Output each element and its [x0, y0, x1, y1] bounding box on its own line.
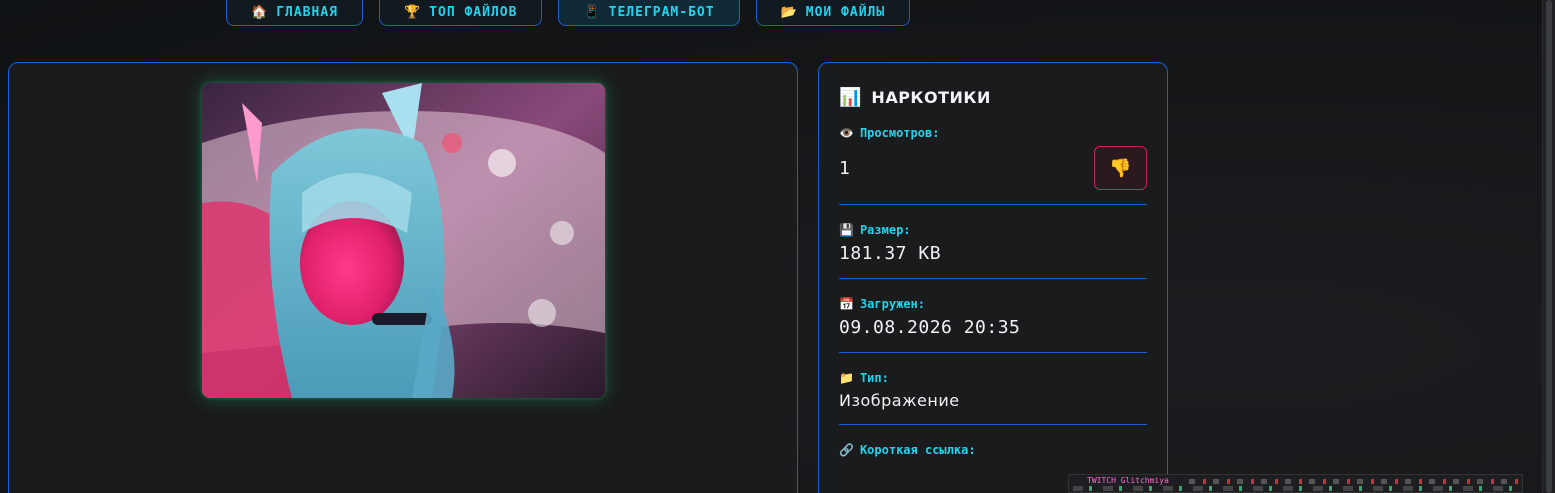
type-label-row: 📁 Тип: [839, 371, 1147, 385]
uploaded-label: Загружен: [859, 297, 925, 311]
divider [839, 204, 1147, 205]
thumbnail-caption: TWITCH Glitchmiya [1087, 476, 1169, 485]
folder-icon: 📂 [780, 5, 798, 20]
views-label: Просмотров: [859, 126, 940, 140]
divider [839, 278, 1147, 279]
nav-my-files-button[interactable]: 📂 МОИ ФАЙЛЫ [755, 0, 911, 26]
screenshot-thumbnail[interactable]: TWITCH Glitchmiya [1068, 474, 1523, 493]
folder-icon: 📁 [839, 371, 854, 385]
size-block: 💾 Размер: 181.37 KB [839, 223, 1147, 264]
floppy-disk-icon: 💾 [839, 223, 854, 237]
divider [839, 352, 1147, 353]
size-value: 181.37 KB [839, 243, 942, 264]
uploaded-label-row: 📅 Загружен: [839, 297, 1147, 311]
thumbnail-toolbar [1189, 479, 1519, 484]
thumbnail-tabs [1073, 486, 1518, 491]
trophy-icon: 🏆 [403, 5, 422, 20]
chart-icon: 📊 [839, 87, 862, 108]
file-title: НАРКОТИКИ [871, 88, 991, 107]
nav-home-label: ГЛАВНАЯ [276, 5, 338, 20]
views-label-row: 👁️ Просмотров: [839, 126, 1147, 140]
phone-icon: 📱 [583, 5, 601, 20]
short-link-block: 🔗 Короткая ссылка: [839, 443, 1147, 457]
eye-icon: 👁️ [839, 126, 854, 140]
views-value: 1 [839, 157, 851, 179]
top-nav: 🏠 ГЛАВНАЯ 🏆 ТОП ФАЙЛОВ 📱 ТЕЛЕГРАМ-БОТ 📂 … [226, 0, 911, 26]
short-link-label-row: 🔗 Короткая ссылка: [839, 443, 1147, 457]
views-block: 👁️ Просмотров: 1 👎 [839, 126, 1147, 190]
uploaded-value: 09.08.2026 20:35 [839, 317, 1021, 338]
scrollbar-thumb[interactable] [1546, 0, 1552, 493]
divider [839, 424, 1147, 425]
nav-telegram-bot-label: ТЕЛЕГРАМ-БОТ [608, 5, 715, 20]
file-info-card: 📊 НАРКОТИКИ 👁️ Просмотров: 1 👎 💾 Размер:… [818, 62, 1168, 493]
nav-top-files-button[interactable]: 🏆 ТОП ФАЙЛОВ [378, 0, 543, 26]
dislike-button[interactable]: 👎 [1094, 146, 1147, 190]
nav-home-button[interactable]: 🏠 ГЛАВНАЯ [226, 0, 363, 26]
nav-my-files-label: МОИ ФАЙЛЫ [805, 5, 886, 20]
preview-image [202, 83, 605, 398]
nav-telegram-bot-button[interactable]: 📱 ТЕЛЕГРАМ-БОТ [558, 0, 740, 26]
type-block: 📁 Тип: Изображение [839, 371, 1147, 410]
link-icon: 🔗 [839, 443, 854, 457]
nav-top-files-label: ТОП ФАЙЛОВ [429, 5, 518, 20]
thumbs-down-icon: 👎 [1109, 157, 1132, 178]
file-title-row: 📊 НАРКОТИКИ [839, 87, 1147, 108]
page-scrollbar[interactable] [1542, 0, 1555, 493]
home-icon: 🏠 [251, 5, 269, 20]
uploaded-block: 📅 Загружен: 09.08.2026 20:35 [839, 297, 1147, 338]
size-label-row: 💾 Размер: [839, 223, 1147, 237]
type-label: Тип: [859, 371, 889, 385]
size-label: Размер: [859, 223, 911, 237]
image-preview[interactable] [202, 83, 605, 398]
preview-card [8, 62, 798, 493]
type-value: Изображение [839, 391, 960, 410]
calendar-icon: 📅 [839, 297, 854, 311]
short-link-label: Короткая ссылка: [859, 443, 976, 457]
